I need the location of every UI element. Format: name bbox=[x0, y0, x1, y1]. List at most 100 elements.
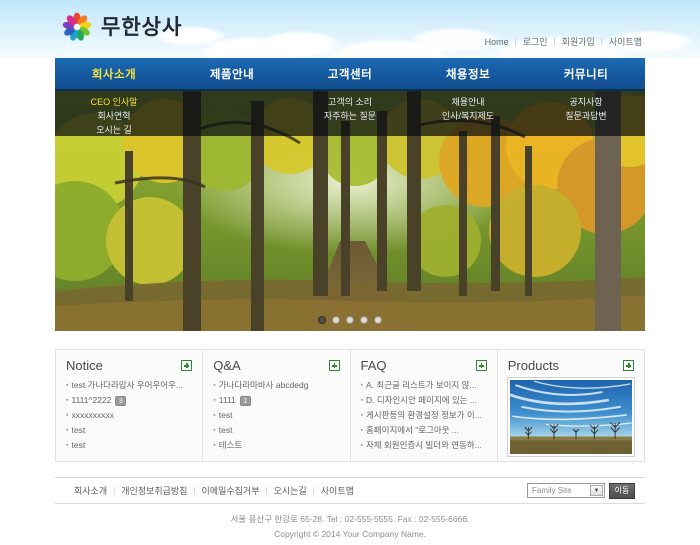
family-site-go-button[interactable]: 이동 bbox=[609, 482, 635, 499]
footer-bar: 회사소개 | 개인정보취급방침 | 이메일수집거부 | 오시는길 | 사이트맵 … bbox=[55, 477, 645, 504]
copyright-text: Copyright © 2014 Your Company Name. bbox=[274, 529, 426, 539]
company-address: 서울 용산구 한강로 65-28. Tel : 02-555-5555. Fax… bbox=[230, 514, 470, 524]
list-item[interactable]: ▪ 테스트 bbox=[213, 438, 339, 453]
list-item[interactable]: ▪ 1111^2222 3 bbox=[66, 393, 192, 408]
comment-count-badge: 3 bbox=[115, 395, 127, 406]
subnav-col-recruit: 채용안내 인사/복지제도 bbox=[409, 91, 527, 136]
board-header: Q&A bbox=[213, 358, 340, 373]
board-title-notice: Notice bbox=[66, 358, 103, 373]
page-root: 무한상사 Home | 로그인 | 회원가입 | 사이트맵 회사소개 제품안내 … bbox=[0, 0, 700, 545]
bullet-icon: ▪ bbox=[360, 427, 363, 434]
chevron-down-icon[interactable]: ▼ bbox=[590, 485, 603, 496]
subnav-item-directions[interactable]: 오시는 길 bbox=[55, 123, 173, 137]
nav-item-customer-center[interactable]: 고객센터 bbox=[291, 66, 409, 82]
top-link-login[interactable]: 로그인 bbox=[517, 35, 554, 48]
bullet-icon: ▪ bbox=[360, 412, 363, 419]
list-item-text: 자체 회원인증시 빌더와 연동하... bbox=[365, 440, 482, 450]
rainbow-pinwheel-icon bbox=[62, 12, 92, 41]
plus-icon[interactable] bbox=[328, 360, 340, 371]
subnav-item-ceo-greeting[interactable]: CEO 인사말 bbox=[55, 95, 173, 109]
family-site-value: Family Site bbox=[532, 486, 572, 495]
subnav-col-products bbox=[173, 91, 291, 136]
board-header: FAQ bbox=[361, 358, 487, 373]
list-item[interactable]: ▪ 가나다라마바사 abcdedg bbox=[213, 378, 339, 393]
nav-item-products[interactable]: 제품안내 bbox=[173, 66, 291, 82]
list-item-text: xxxxxxxxxx bbox=[71, 410, 114, 420]
board-products: Products bbox=[498, 350, 644, 461]
list-item[interactable]: ▪ test bbox=[66, 423, 192, 438]
slider-dot-3[interactable] bbox=[346, 316, 354, 324]
site-logo[interactable]: 무한상사 bbox=[62, 12, 182, 42]
list-item-text: 테스트 bbox=[218, 440, 243, 450]
plus-icon[interactable] bbox=[475, 360, 487, 371]
subnav-item-qna[interactable]: 질문과답변 bbox=[527, 109, 645, 123]
list-item[interactable]: ▪ D. 디자인시안 페이지에 있는 ... bbox=[361, 393, 487, 408]
top-link-sitemap[interactable]: 사이트맵 bbox=[603, 35, 648, 48]
footer-link-privacy[interactable]: 개인정보취급방침 bbox=[115, 484, 193, 497]
slider-dot-5[interactable] bbox=[374, 316, 382, 324]
list-item[interactable]: ▪ A. 최근글 리스트가 보이지 않... bbox=[361, 378, 487, 393]
subnav-item-faq[interactable]: 자주하는 질문 bbox=[291, 109, 409, 123]
top-link-home[interactable]: Home bbox=[479, 37, 515, 47]
list-item-text: test 가나다라맙사 우어우어우... bbox=[71, 380, 184, 390]
list-item[interactable]: ▪ 자체 회원인증시 빌더와 연동하... bbox=[361, 438, 487, 453]
board-notice: Notice ▪ test 가나다라맙사 우어우어우... ▪ 1111^2222 3… bbox=[56, 350, 204, 461]
bullet-icon: ▪ bbox=[66, 412, 69, 419]
subnav-col-customer-center: 고객의 소리 자주하는 질문 bbox=[291, 91, 409, 136]
site-logo-text: 무한상사 bbox=[101, 15, 183, 39]
bullet-icon: ▪ bbox=[213, 397, 216, 404]
footer-link-email-reject[interactable]: 이메일수집거부 bbox=[196, 484, 266, 497]
list-item-text: test bbox=[71, 425, 86, 435]
slider-dot-4[interactable] bbox=[360, 316, 368, 324]
sub-navigation: CEO 인사말 회사연혁 오시는 길 고객의 소리 자주하는 질문 채용안내 인… bbox=[55, 91, 645, 136]
notice-list: ▪ test 가나다라맙사 우어우어우... ▪ 1111^2222 3 ▪ xxxxx… bbox=[66, 378, 192, 453]
list-item[interactable]: ▪ test 가나다라맙사 우어우어우... bbox=[66, 378, 192, 393]
plus-icon[interactable] bbox=[181, 360, 193, 371]
board-faq: FAQ ▪ A. 최근글 리스트가 보이지 않... ▪ D. 디자인시안 페이지에… bbox=[351, 350, 498, 461]
subnav-item-notice[interactable]: 공지사항 bbox=[527, 95, 645, 109]
list-item[interactable]: ▪ test bbox=[213, 408, 339, 423]
list-item-text: 1111^2222 bbox=[71, 395, 112, 405]
family-site-select[interactable]: Family Site ▼ bbox=[527, 483, 605, 498]
slider-dot-1[interactable] bbox=[318, 316, 326, 324]
subnav-item-recruit-info[interactable]: 채용안내 bbox=[409, 95, 527, 109]
bullet-icon: ▪ bbox=[213, 427, 216, 434]
nav-item-recruit[interactable]: 채용정보 bbox=[409, 66, 527, 82]
family-site-group: Family Site ▼ 이동 bbox=[527, 482, 645, 499]
board-section: Notice ▪ test 가나다라맙사 우어우어우... ▪ 1111^2222 3… bbox=[55, 349, 645, 462]
board-header: Products bbox=[508, 358, 634, 373]
slider-pagination bbox=[0, 316, 700, 324]
subnav-item-welfare[interactable]: 인사/복지제도 bbox=[409, 109, 527, 123]
board-title-products: Products bbox=[507, 358, 560, 373]
faq-list: ▪ A. 최근글 리스트가 보이지 않... ▪ D. 디자인시안 페이지에 있는 … bbox=[361, 378, 487, 453]
bullet-icon: ▪ bbox=[213, 442, 216, 449]
main-navigation: 회사소개 제품안내 고객센터 채용정보 커뮤니티 bbox=[55, 58, 645, 91]
subnav-col-community: 공지사항 질문과답변 bbox=[527, 91, 645, 136]
nav-item-company[interactable]: 회사소개 bbox=[55, 66, 173, 82]
board-qna: Q&A ▪ 가나다라마바사 abcdedg ▪ 1111 1 ▪ test ▪ test … bbox=[203, 350, 351, 461]
list-item[interactable]: ▪ 게시판등의 환경설정 정보가 이... bbox=[361, 408, 487, 423]
utility-links: Home | 로그인 | 회원가입 | 사이트맵 bbox=[479, 35, 648, 48]
list-item[interactable]: ▪ 1111 1 bbox=[213, 393, 339, 408]
list-item-text: 가나다라마바사 abcdedg bbox=[218, 380, 309, 390]
footer-navigation: 회사소개 | 개인정보취급방침 | 이메일수집거부 | 오시는길 | 사이트맵 bbox=[55, 484, 360, 497]
list-item[interactable]: ▪ test bbox=[213, 423, 339, 438]
product-thumbnail-image[interactable] bbox=[507, 378, 634, 456]
list-item-text: test bbox=[218, 410, 233, 420]
slider-dot-2[interactable] bbox=[332, 316, 340, 324]
bullet-icon: ▪ bbox=[213, 412, 216, 419]
plus-icon[interactable] bbox=[623, 360, 634, 371]
bullet-icon: ▪ bbox=[66, 442, 69, 449]
list-item[interactable]: ▪ 홈페이지에서 "로그아웃 ... bbox=[361, 423, 487, 438]
list-item[interactable]: ▪ xxxxxxxxxx bbox=[66, 408, 192, 423]
list-item-text: 1111 bbox=[218, 395, 236, 405]
footer-link-company[interactable]: 회사소개 bbox=[68, 484, 113, 497]
top-link-signup[interactable]: 회원가입 bbox=[556, 35, 601, 48]
list-item[interactable]: ▪ test bbox=[66, 438, 192, 453]
comment-count-badge: 1 bbox=[239, 395, 251, 406]
footer-link-directions[interactable]: 오시는길 bbox=[268, 484, 313, 497]
footer-link-sitemap[interactable]: 사이트맵 bbox=[315, 484, 360, 497]
subnav-item-history[interactable]: 회사연혁 bbox=[55, 109, 173, 123]
subnav-item-customer-voice[interactable]: 고객의 소리 bbox=[291, 95, 409, 109]
nav-item-community[interactable]: 커뮤니티 bbox=[527, 66, 645, 82]
